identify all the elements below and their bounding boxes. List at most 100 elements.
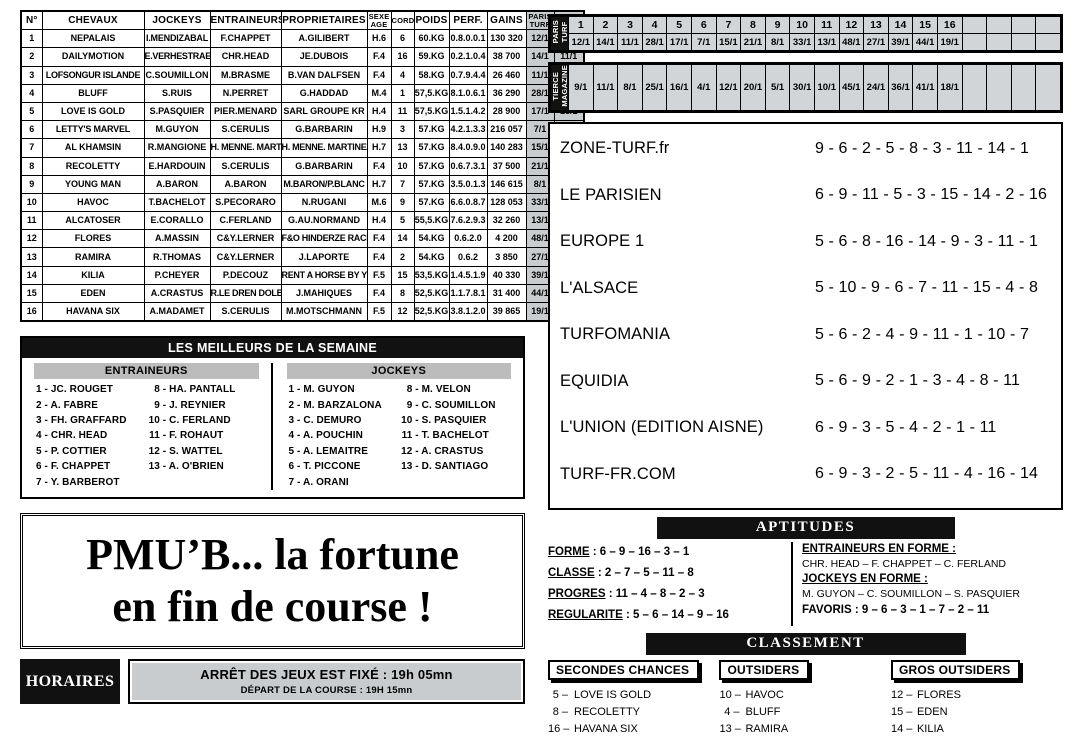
paris-turf-odds-cell: 12/1 — [568, 33, 594, 51]
cell-perf: 0.6.7.3.1 — [448, 156, 488, 176]
person-name: S. PASQUIER — [418, 415, 487, 426]
cell-weight: 60.KG — [413, 29, 450, 49]
cell-sex-age: F.5 — [366, 302, 392, 322]
list-item: 7 - Y. BARBEROT — [28, 475, 146, 490]
list-item: 8 - M. VELON — [399, 382, 517, 397]
person-name: JC. ROUGET — [48, 384, 113, 396]
rank-number: 13 - — [401, 461, 419, 473]
rank-number: 1 - — [36, 384, 48, 396]
left-column: N° CHEVAUX JOCKEYS ENTRAINEURS PROPRIETA… — [20, 10, 585, 705]
rank-number: 7 - — [36, 476, 48, 488]
cell-trainer: PIER.MENARD — [209, 101, 282, 122]
cell-number: 5 — [20, 101, 43, 122]
paris-turf-odds-cell — [961, 33, 988, 51]
classement-group: SECONDES CHANCES 5 – LOVE IS GOLD 8 – RECOLE… — [548, 659, 719, 738]
cell-corde: 13 — [390, 138, 415, 158]
tierce-odds-cell: 45/1 — [838, 64, 865, 111]
paris-turf-odds-cell: 39/1 — [887, 33, 914, 51]
rank-number: 2 - — [288, 399, 301, 411]
rank-number: 4 - — [288, 430, 301, 442]
cell-sex-age: H.9 — [366, 120, 392, 140]
cell-jockey: E.VERHESTRAETEN — [143, 47, 211, 67]
sex-age-line2: AGE — [370, 19, 388, 29]
paris-turf-odds-cell: 7/1 — [690, 33, 717, 51]
tierce-grid-label: TIERCE MAGAZINE — [550, 64, 569, 111]
list-item: 15 – EDEN — [891, 704, 1054, 721]
best-jockeys-list-b: 8 - M. VELON 9 - C. SOUMILLON 10 - S. PASQ… — [399, 382, 517, 490]
col-header-jockeys: JOCKEYS — [143, 10, 211, 31]
cell-perf: 0.2.1.0.4 — [448, 47, 488, 67]
paris-turf-odds-cell: 13/1 — [813, 33, 840, 51]
favoris-label: FAVORIS — [802, 603, 852, 616]
cell-gains: 4 200 — [486, 229, 527, 249]
person-name: A. POUCHIN — [300, 430, 363, 442]
aptitude-forme: FORME : 6 – 9 – 16 – 3 – 1 — [548, 542, 785, 563]
paris-turf-number-row: PARIS TURF 1 2 3 4 5 6 7 8 9 10 11 12 13 14 15 16 — [550, 16, 1061, 51]
cell-gains: 32 260 — [486, 211, 527, 231]
cell-jockey: E.CORALLO — [143, 211, 211, 231]
cell-perf: 1.4.5.1.9 — [448, 265, 488, 285]
rank-number: 10 - — [401, 415, 419, 426]
cell-gains: 140 283 — [486, 138, 527, 158]
jockeys-in-form-heading: JOCKEYS EN FORME : — [802, 572, 928, 585]
classement-group-label: GROS OUTSIDERS — [890, 659, 1021, 680]
cell-horse: NEPALAIS — [41, 29, 145, 49]
cell-weight: 54.KG — [413, 247, 450, 267]
person-name: A. FABRE — [48, 399, 98, 411]
col-header-weight: POIDS — [413, 10, 450, 31]
cell-perf: 0.8.0.0.1 — [448, 29, 488, 49]
list-item: 12 - A. CRASTUS — [399, 444, 517, 459]
classement-body: SECONDES CHANCES 5 – LOVE IS GOLD 8 – RECOLE… — [548, 659, 1063, 738]
table-row: 15EDENA.CRASTUSR.LE DREN DOLBIZEJ.MAHIQU… — [20, 283, 585, 304]
cell-trainer: H. MENNE. MARTINEZ — [209, 138, 282, 158]
list-item: 8 - HA. PANTALL — [146, 382, 264, 397]
list-item: 2 - M. BARZALONA — [281, 398, 399, 413]
rank-number: 5 - — [288, 445, 301, 457]
paris-turf-label-text: PARIS TURF — [551, 20, 569, 44]
classement-list: 10 – HAVOC 4 – BLUFF 13 – RAMIRA — [719, 687, 882, 738]
horse-name: EDEN — [916, 705, 948, 718]
aptitude-regularite-label: REGULARITE — [548, 608, 623, 621]
best-trainers-columns: 1 - JC. ROUGET 2 - A. FABRE 3 - FH. GRAFFA… — [28, 382, 265, 490]
table-row: 11 ALCATOSER E.CORALLO C.FERLAND G.AU.NORMAN… — [20, 211, 585, 231]
pmu-slogan-text: PMU’B... la fortune en fin de course ! — [86, 529, 459, 633]
cell-trainer: C&Y.LERNER — [209, 247, 282, 267]
odds-grid-number-cell: 10 — [789, 16, 815, 34]
horse-number: 5 – — [552, 688, 568, 701]
odds-grid-number-cell — [961, 16, 988, 34]
tierce-odds-cell — [1010, 64, 1037, 111]
odds-grid-number-cell: 7 — [715, 16, 742, 34]
pronostic-row: EQUIDIA 5 - 6 - 9 - 2 - 1 - 3 - 4 - 8 - 1… — [560, 358, 1051, 405]
person-name: C. FERLAND — [166, 415, 231, 426]
tierce-odds-cell: 36/1 — [887, 64, 914, 111]
favoris-line: FAVORIS : 9 – 6 – 3 – 1 – 7 – 2 – 11 — [802, 602, 1063, 619]
cell-jockey: S.RUIS — [143, 83, 211, 103]
list-item: 9 - J. REYNIER — [146, 398, 264, 413]
cell-jockey: M.GUYON — [143, 120, 211, 140]
list-item: 4 – BLUFF — [719, 704, 882, 721]
cell-owner: G.AU.NORMAND — [280, 211, 368, 231]
best-of-week-title: LES MEILLEURS DE LA SEMAINE — [22, 338, 523, 359]
cell-number: 4 — [20, 83, 43, 103]
cell-number: 10 — [20, 192, 43, 213]
cell-gains: 36 290 — [486, 83, 527, 103]
odds-grid-number-cell: 5 — [666, 16, 692, 34]
cell-gains: 38 700 — [486, 47, 527, 67]
cell-trainer: P.DECOUZ — [209, 265, 282, 285]
rank-number: 12 - — [401, 445, 419, 457]
cell-sex-age: M.4 — [366, 83, 392, 103]
horse-name: HAVANA SIX — [574, 722, 638, 735]
tierce-odds-row: TIERCE MAGAZINE 9/1 11/1 8/1 25/1 16/1 4/1 12/1… — [550, 64, 1061, 111]
rank-number: 11 - — [149, 430, 167, 442]
rank-number: 4 - — [36, 430, 48, 442]
best-jockeys-half: JOCKEYS 1 - M. GUYON 2 - M. BARZALONA 3 - … — [273, 363, 518, 490]
cell-sex-age: H.7 — [366, 174, 392, 194]
table-row: 9 YOUNG MAN A.BARON A.BARON M.BARON/P.BLANC H… — [20, 174, 585, 194]
odds-grid-number-cell: 14 — [887, 16, 914, 34]
list-item: 10 - S. PASQUIER — [399, 413, 517, 428]
tierce-label-text: TIERCE MAGAZINE — [551, 65, 569, 107]
pronostic-source: ZONE-TURF.fr — [560, 139, 670, 158]
pronostic-row: TURF-FR.COM 6 - 9 - 3 - 2 - 5 - 11 - 4 - … — [560, 451, 1051, 498]
tierce-odds-cell — [1035, 64, 1061, 111]
favoris-value: : 9 – 6 – 3 – 1 – 7 – 2 – 11 — [851, 603, 990, 616]
